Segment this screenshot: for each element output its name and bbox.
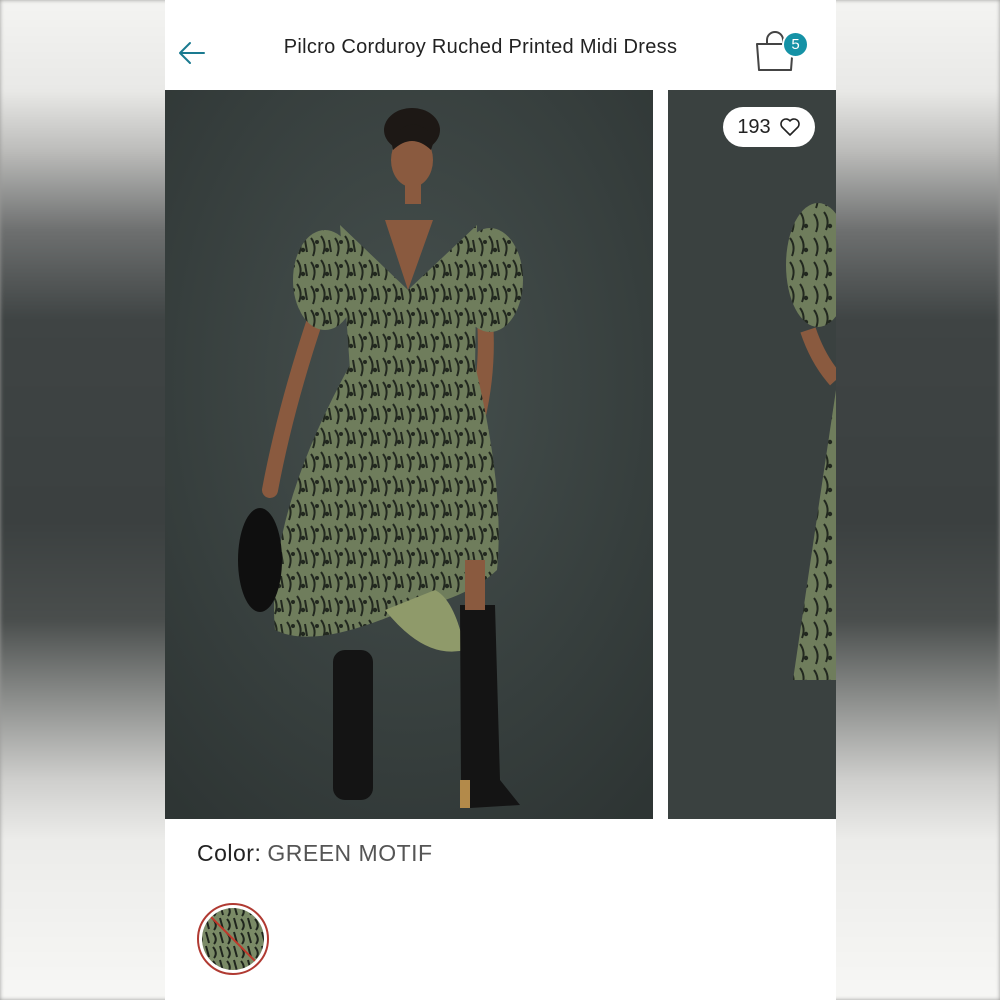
color-value: GREEN MOTIF bbox=[267, 840, 433, 866]
color-swatch-green-motif[interactable] bbox=[197, 903, 269, 975]
back-button[interactable] bbox=[177, 38, 207, 68]
bag-count-badge: 5 bbox=[782, 31, 809, 58]
top-bar: Pilcro Corduroy Ruched Printed Midi Dres… bbox=[165, 0, 836, 90]
app-screen: Pilcro Corduroy Ruched Printed Midi Dres… bbox=[165, 0, 836, 1000]
back-arrow-icon bbox=[179, 42, 205, 64]
heart-icon bbox=[779, 118, 800, 136]
page-title: Pilcro Corduroy Ruched Printed Midi Dres… bbox=[283, 36, 678, 58]
like-count: 193 bbox=[737, 115, 771, 138]
favorite-button[interactable]: 193 bbox=[723, 107, 815, 147]
color-selection-label: Color: GREEN MOTIF bbox=[197, 840, 433, 867]
product-image-main[interactable] bbox=[165, 90, 653, 819]
product-image-next[interactable] bbox=[668, 90, 836, 819]
product-image-gallery[interactable]: 193 bbox=[165, 90, 836, 819]
color-label: Color: bbox=[197, 840, 262, 866]
